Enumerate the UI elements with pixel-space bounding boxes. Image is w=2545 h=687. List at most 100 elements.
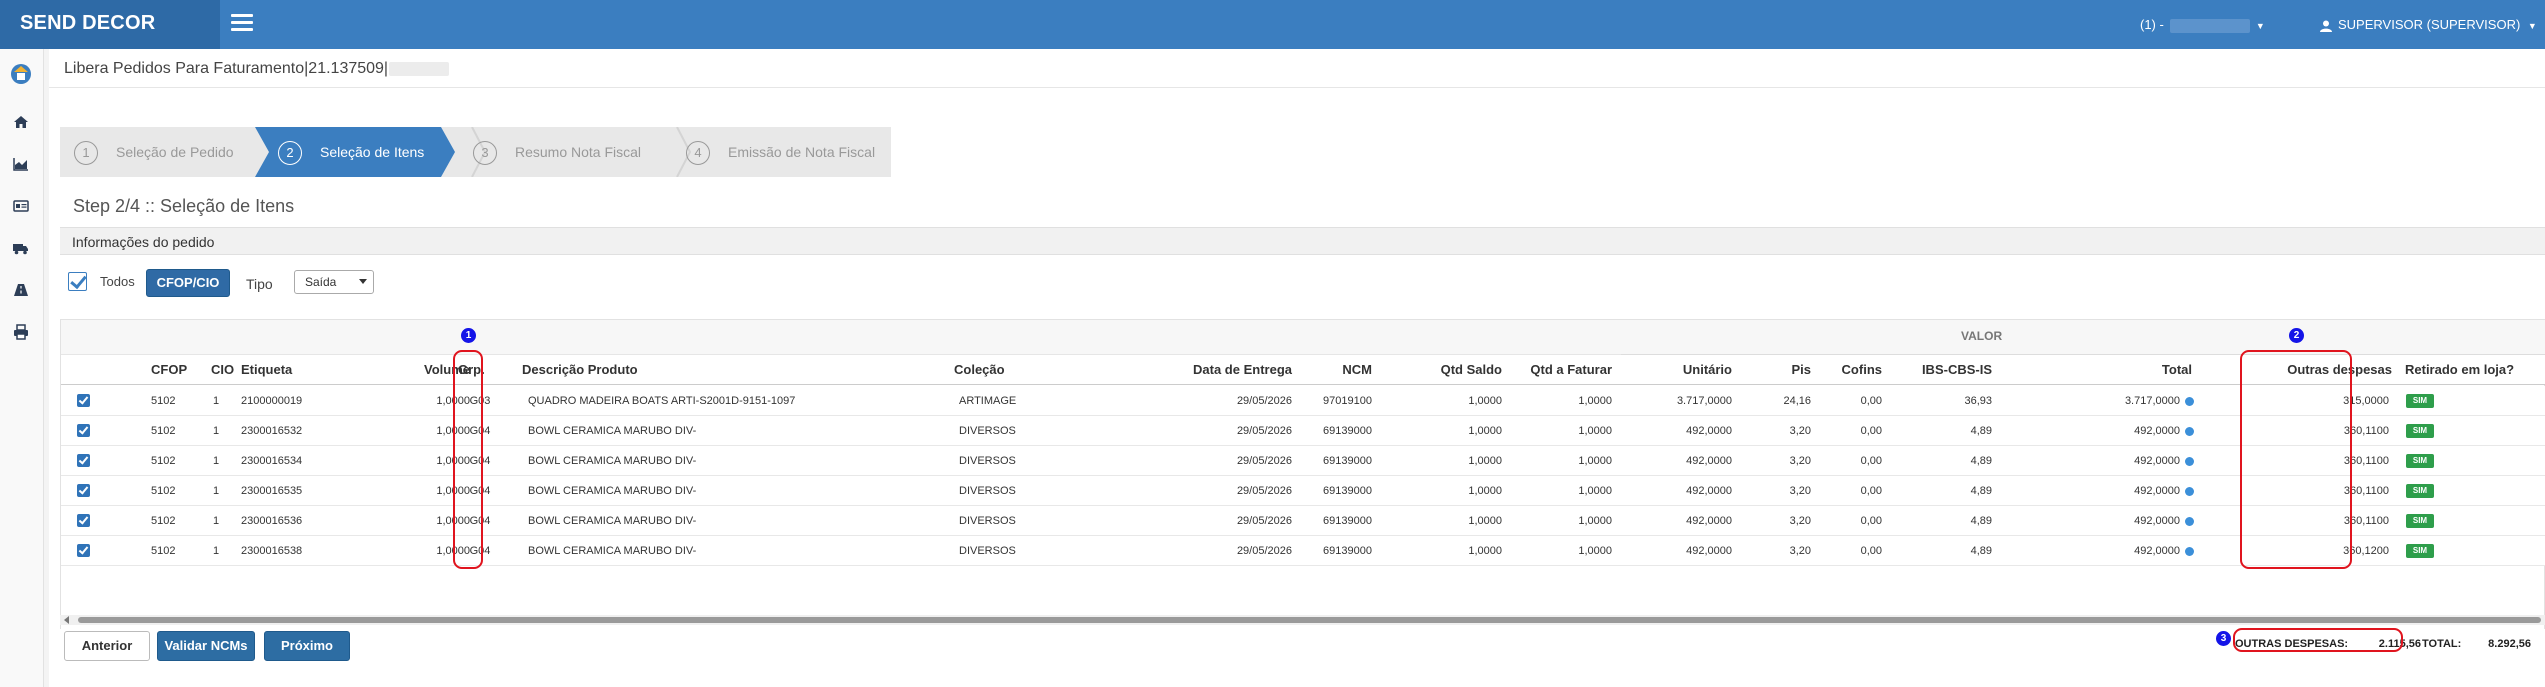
chevron-down-icon: ▼ xyxy=(2527,21,2537,31)
scroll-left-icon[interactable] xyxy=(64,616,69,624)
cell-pis: 3,20 xyxy=(1789,425,1811,437)
wizard-stepper: 1 Seleção de Pedido 2 Seleção de Itens 3 Re… xyxy=(60,127,891,177)
col-header-qtd-faturar[interactable]: Qtd a Faturar xyxy=(1511,355,1612,385)
tipo-select[interactable]: Saída xyxy=(294,270,374,294)
cell-qtd-saldo: 1,0000 xyxy=(1468,395,1502,407)
print-icon[interactable] xyxy=(12,323,30,341)
cell-data-entrega: 29/05/2026 xyxy=(1236,455,1292,467)
anterior-button[interactable]: Anterior xyxy=(64,631,150,661)
menu-toggle-icon[interactable] xyxy=(231,14,253,32)
cell-pis: 3,20 xyxy=(1789,545,1811,557)
col-header-etiqueta[interactable]: Etiqueta xyxy=(241,355,292,385)
cell-total: 492,0000 xyxy=(2134,485,2180,497)
brand-logo[interactable]: SEND DECOR xyxy=(0,0,220,49)
retirado-badge[interactable]: SIM xyxy=(2406,514,2434,528)
proximo-button[interactable]: Próximo xyxy=(264,631,350,661)
step-3[interactable]: 3 Resumo Nota Fiscal xyxy=(473,127,641,177)
status-dot-icon[interactable] xyxy=(2185,427,2194,436)
col-header-ibs-cbs-is[interactable]: IBS-CBS-IS xyxy=(1891,355,1992,385)
retirado-badge[interactable]: SIM xyxy=(2406,484,2434,498)
step-label: Seleção de Itens xyxy=(320,144,425,160)
info-section-title: Informações do pedido xyxy=(72,234,215,250)
step-number: 3 xyxy=(473,141,497,166)
col-header-data-entrega[interactable]: Data de Entrega xyxy=(1111,355,1292,385)
status-dot-icon[interactable] xyxy=(2185,397,2194,406)
row-checkbox[interactable] xyxy=(77,484,90,497)
cell-etiqueta: 2300016532 xyxy=(241,425,303,437)
col-header-pis[interactable]: Pis xyxy=(1741,355,1811,385)
row-checkbox[interactable] xyxy=(77,424,90,437)
col-header-unitario[interactable]: Unitário xyxy=(1661,355,1732,385)
col-header-retirado[interactable]: Retirado em loja? xyxy=(2405,355,2514,385)
step-1[interactable]: 1 Seleção de Pedido xyxy=(74,127,234,177)
chevron-down-icon: ▼ xyxy=(2255,21,2265,31)
id-card-icon[interactable] xyxy=(12,197,30,215)
status-dot-icon[interactable] xyxy=(2185,487,2194,496)
cell-ibs-cbs-is: 4,89 xyxy=(1970,485,1992,497)
truck-icon[interactable] xyxy=(12,239,30,257)
row-checkbox[interactable] xyxy=(77,394,90,407)
cell-unitario: 492,0000 xyxy=(1686,485,1732,497)
cell-pis: 3,20 xyxy=(1789,485,1811,497)
row-checkbox[interactable] xyxy=(77,514,90,527)
cell-etiqueta: 2300016534 xyxy=(241,455,303,467)
cell-colecao: DIVERSOS xyxy=(959,485,1016,497)
cell-unitario: 492,0000 xyxy=(1686,425,1732,437)
user-icon xyxy=(2320,20,2332,32)
cell-total: 492,0000 xyxy=(2134,515,2180,527)
col-header-total[interactable]: Total xyxy=(2071,355,2192,385)
cell-cfop: 5102 xyxy=(151,545,176,557)
annotation-marker-2: 2 xyxy=(2289,328,2304,343)
cell-ibs-cbs-is: 4,89 xyxy=(1970,455,1992,467)
cell-cofins: 0,00 xyxy=(1860,545,1882,557)
cell-cfop: 5102 xyxy=(151,515,176,527)
area-chart-icon[interactable] xyxy=(12,155,30,173)
status-dot-icon[interactable] xyxy=(2185,517,2194,526)
session-selector[interactable]: (1) - ▼ xyxy=(2140,0,2265,49)
retirado-badge[interactable]: SIM xyxy=(2406,544,2434,558)
retirado-badge[interactable]: SIM xyxy=(2406,454,2434,468)
retirado-badge[interactable]: SIM xyxy=(2406,394,2434,408)
cell-data-entrega: 29/05/2026 xyxy=(1236,545,1292,557)
cell-qtd-saldo: 1,0000 xyxy=(1468,485,1502,497)
cell-cfop: 5102 xyxy=(151,485,176,497)
validar-ncms-button[interactable]: Validar NCMs xyxy=(157,631,255,661)
row-checkbox[interactable] xyxy=(77,544,90,557)
tipo-value: Saída xyxy=(305,275,337,289)
session-label: (1) - xyxy=(2140,17,2164,32)
row-checkbox[interactable] xyxy=(77,454,90,467)
user-menu[interactable]: SUPERVISOR (SUPERVISOR) ▼ xyxy=(2320,0,2537,49)
cell-colecao: DIVERSOS xyxy=(959,545,1016,557)
chevron-down-icon xyxy=(359,279,367,284)
home-icon[interactable] xyxy=(12,113,30,131)
col-header-ncm[interactable]: NCM xyxy=(1311,355,1372,385)
table-row: 5102 1 2300016534 1,0000 G04 BOWL CERAMICA MA… xyxy=(61,446,2545,476)
cell-qtd-faturar: 1,0000 xyxy=(1578,545,1612,557)
table-row: 5102 1 2100000019 1,0000 G03 QUADRO MADEIRA B… xyxy=(61,386,2545,416)
cfop-cio-button[interactable]: CFOP/CIO xyxy=(146,269,230,297)
road-icon[interactable] xyxy=(12,281,30,299)
cell-etiqueta: 2100000019 xyxy=(241,395,303,407)
col-header-descricao[interactable]: Descrição Produto xyxy=(522,355,638,385)
step-number: 2 xyxy=(278,141,302,166)
step-label: Seleção de Pedido xyxy=(116,144,234,160)
horizontal-scrollbar[interactable] xyxy=(60,615,2545,625)
cell-ncm: 69139000 xyxy=(1323,455,1372,467)
step-4[interactable]: 4 Emissão de Nota Fiscal xyxy=(686,127,875,177)
cell-ncm: 69139000 xyxy=(1323,485,1372,497)
col-header-cofins[interactable]: Cofins xyxy=(1811,355,1882,385)
col-header-cfop[interactable]: CFOP xyxy=(151,355,187,385)
status-dot-icon[interactable] xyxy=(2185,547,2194,556)
col-header-colecao[interactable]: Coleção xyxy=(954,355,1005,385)
app-logo-icon[interactable] xyxy=(8,61,34,85)
table-row: 5102 1 2300016538 1,0000 G04 BOWL CERAMICA MA… xyxy=(61,536,2545,566)
retirado-badge[interactable]: SIM xyxy=(2406,424,2434,438)
step-label: Emissão de Nota Fiscal xyxy=(728,144,876,160)
scrollbar-thumb[interactable] xyxy=(78,617,2541,623)
step-2[interactable]: 2 Seleção de Itens xyxy=(278,127,424,177)
select-all-checkbox[interactable] xyxy=(68,272,87,291)
col-header-cio[interactable]: CIO xyxy=(211,355,234,385)
cell-pis: 24,16 xyxy=(1783,395,1811,407)
status-dot-icon[interactable] xyxy=(2185,457,2194,466)
col-header-qtd-saldo[interactable]: Qtd Saldo xyxy=(1381,355,1502,385)
